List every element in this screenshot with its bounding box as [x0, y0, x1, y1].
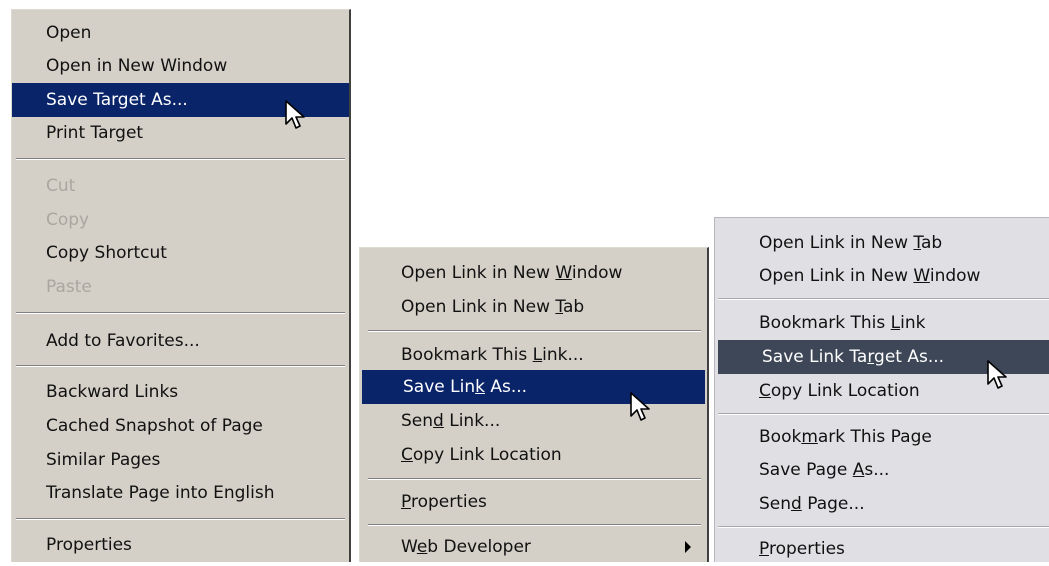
menu-item-cut: Cut [46, 176, 76, 196]
menu-separator [16, 158, 345, 160]
menu-item-save-page-as[interactable]: Save Page As... [715, 453, 1049, 487]
menu-item-web-developer[interactable]: Web Developer [360, 530, 707, 564]
menu-item-properties[interactable]: Properties [360, 485, 707, 519]
menu-item-open-link-new-window[interactable]: Open Link in New Window [715, 259, 1049, 293]
menu-separator [368, 478, 701, 480]
menu-item-open-link-new-tab[interactable]: Open Link in New Tab [360, 290, 707, 324]
mnemonic-char: k [475, 377, 485, 397]
mnemonic-char: W [913, 266, 930, 286]
mnemonic-char: L [890, 313, 901, 333]
menu-separator [368, 330, 701, 332]
menu-item-label: Bookmark This Link... [401, 345, 584, 365]
menu-item-save-link-as[interactable]: Save Link As... [362, 370, 705, 404]
menu-item-copy-link-location[interactable]: Copy Link Location [360, 438, 707, 472]
menu-item-add-to-favorites[interactable]: Add to Favorites... [12, 324, 349, 358]
menu-item-properties[interactable]: Properties [715, 532, 1049, 566]
menu-item-label: Bookmark This Page [759, 427, 932, 447]
menu-item-label: Open Link in New Window [401, 263, 623, 283]
mnemonic-char: T [913, 233, 921, 253]
mnemonic-char: P [401, 492, 411, 512]
menu-item-translate-page[interactable]: Translate Page into English [12, 476, 349, 510]
menu-separator [718, 526, 1049, 528]
menu-item-send-page[interactable]: Send Page... [715, 487, 1049, 521]
menu-separator [368, 524, 701, 526]
menu-item-backward-links[interactable]: Backward Links [12, 375, 349, 409]
menu-item-bookmark-this-page[interactable]: Bookmark This Page [715, 420, 1049, 454]
menu-item-open-in-new-window[interactable]: Open in New Window [12, 49, 349, 83]
mnemonic-char: r [867, 347, 875, 367]
menu-item-open-link-new-window[interactable]: Open Link in New Window [360, 256, 707, 290]
context-menu-ie: Open Open in New Window Save Target As..… [11, 9, 351, 562]
menu-item-copy-shortcut[interactable]: Copy Shortcut [12, 236, 349, 270]
mnemonic-char: L [532, 345, 543, 365]
menu-item-paste: Paste [46, 277, 92, 297]
menu-item-label: Open Link in New Tab [401, 297, 585, 317]
menu-separator [718, 298, 1049, 300]
mouse-cursor-icon [630, 392, 650, 421]
menu-item-label: Properties [401, 492, 487, 512]
menu-separator [16, 365, 345, 367]
mnemonic-char: C [759, 381, 771, 401]
menu-item-send-link[interactable]: Send Link... [360, 404, 707, 438]
menu-item-label: Save Link Target As... [762, 347, 945, 367]
mnemonic-char: e [416, 537, 428, 557]
menu-item-label: Send Page... [759, 494, 865, 514]
mnemonic-char: T [555, 297, 563, 317]
submenu-arrow-icon [685, 541, 691, 553]
menu-item-label: Bookmark This Link [759, 313, 926, 333]
menu-item-properties[interactable]: Properties [12, 528, 349, 562]
mnemonic-char: P [759, 539, 769, 559]
menu-item-open-link-new-tab[interactable]: Open Link in New Tab [715, 226, 1049, 260]
mnemonic-char: W [555, 263, 572, 283]
menu-item-copy: Copy [46, 210, 90, 230]
menu-item-label: Send Link... [401, 411, 501, 431]
mouse-cursor-icon [285, 100, 305, 129]
menu-separator [718, 413, 1049, 415]
mnemonic-char: C [401, 445, 413, 465]
menu-item-label: Properties [759, 539, 845, 559]
context-menu-firefox-classic: Open Link in New Window Open Link in New… [359, 247, 709, 562]
mnemonic-char: A [852, 460, 865, 480]
menu-item-bookmark-this-link[interactable]: Bookmark This Link... [360, 338, 707, 372]
menu-item-open[interactable]: Open [12, 16, 349, 50]
menu-item-label: Web Developer [401, 537, 531, 557]
menu-item-cached-snapshot[interactable]: Cached Snapshot of Page [12, 409, 349, 443]
mouse-cursor-icon [987, 360, 1007, 389]
mnemonic-char: m [801, 427, 818, 447]
menu-item-bookmark-this-link[interactable]: Bookmark This Link [715, 306, 1049, 340]
menu-item-label: Copy Link Location [401, 445, 562, 465]
menu-item-label: Copy Link Location [759, 381, 920, 401]
mnemonic-char: d [433, 411, 444, 431]
menu-item-label: Open Link in New Tab [759, 233, 943, 253]
menu-item-label: Save Page As... [759, 460, 890, 480]
menu-separator [16, 518, 345, 520]
menu-separator [16, 312, 345, 314]
menu-item-label: Open Link in New Window [759, 266, 981, 286]
mnemonic-char: d [791, 494, 802, 514]
menu-item-similar-pages[interactable]: Similar Pages [12, 443, 349, 477]
menu-item-label: Save Link As... [403, 377, 528, 397]
